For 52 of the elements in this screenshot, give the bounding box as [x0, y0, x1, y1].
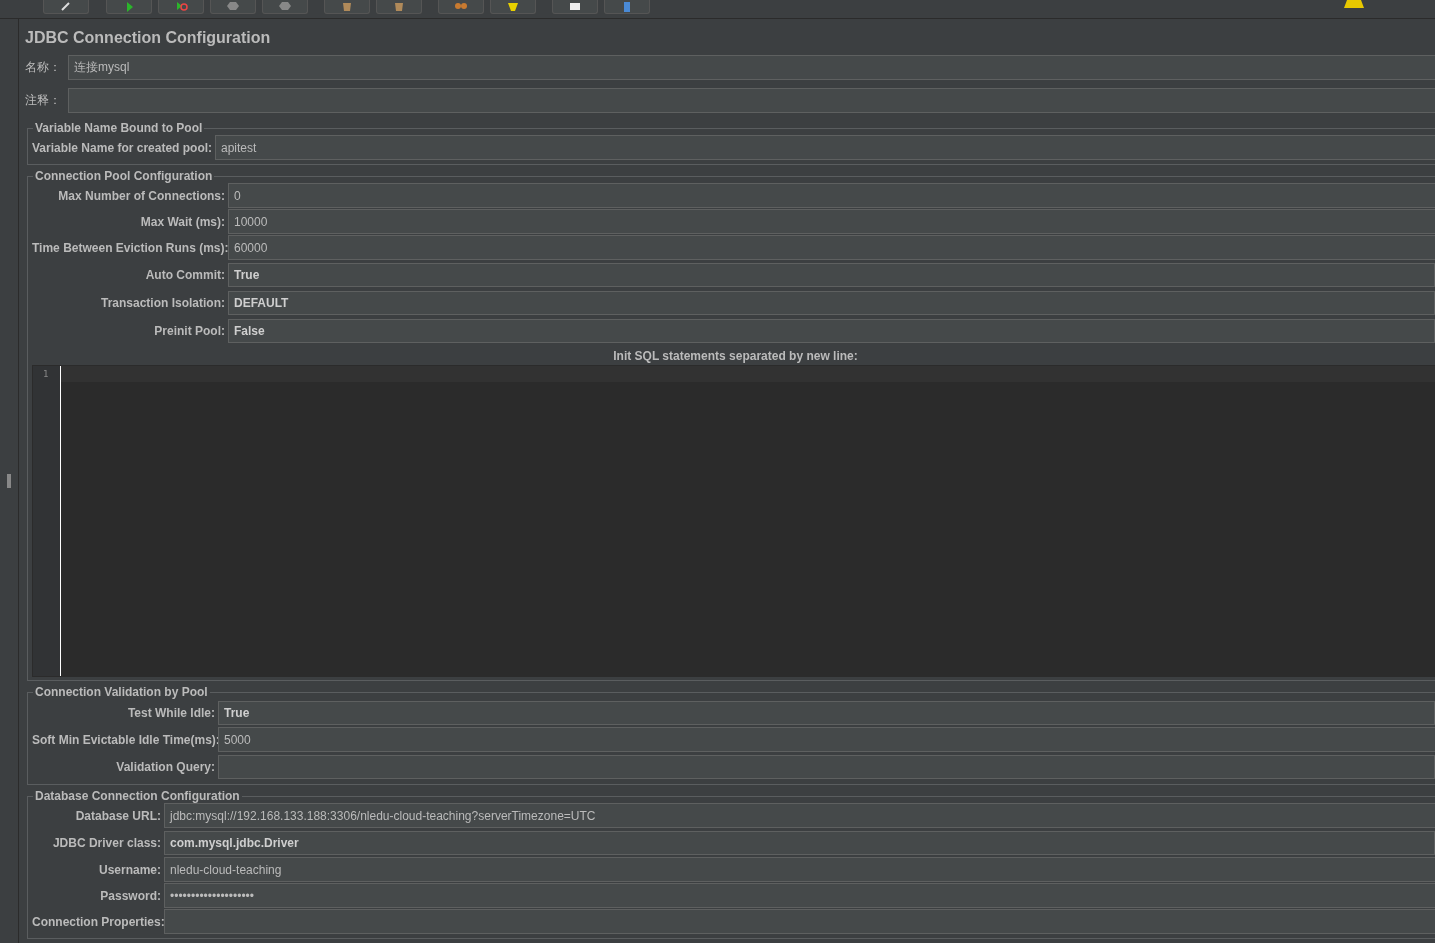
input-field[interactable]: apitest	[215, 135, 1435, 160]
field-label: 注释：	[25, 92, 62, 109]
dropdown-field[interactable]	[218, 754, 1435, 779]
toolbar-button[interactable]	[490, 0, 536, 14]
toolbar-button[interactable]	[552, 0, 598, 14]
input-field[interactable]: 0	[228, 183, 1435, 208]
dropdown-field[interactable]: False	[228, 318, 1435, 343]
field-label: Database URL:	[74, 808, 162, 823]
warning-icon	[1343, 0, 1365, 9]
field-label: Max Wait (ms):	[139, 214, 226, 229]
field-label: Validation Query:	[115, 759, 216, 774]
section-title: Connection Pool Configuration	[34, 169, 214, 183]
field-label: Test While Idle:	[126, 705, 216, 720]
toolbar-button[interactable]	[43, 0, 89, 14]
name-field[interactable]: 连接mysql	[68, 55, 1435, 80]
dropdown-field[interactable]: DEFAULT	[228, 290, 1435, 315]
comment-field[interactable]	[68, 88, 1435, 113]
section-title: Variable Name Bound to Pool	[34, 121, 204, 135]
input-field[interactable]: ••••••••••••••••••••	[164, 883, 1435, 908]
dropdown-field[interactable]: True	[218, 700, 1435, 725]
splitter-handle-icon[interactable]	[7, 474, 11, 488]
editor-label: Init SQL statements separated by new line:	[612, 348, 859, 363]
field-label: Transaction Isolation:	[99, 295, 226, 310]
input-field[interactable]	[164, 909, 1435, 934]
section-title: Connection Validation by Pool	[34, 685, 209, 699]
toolbar-button[interactable]	[106, 0, 152, 14]
panel-title: JDBC Connection Configuration	[25, 29, 272, 47]
field-label: Auto Commit:	[144, 267, 226, 282]
input-field[interactable]: 5000	[218, 727, 1435, 752]
input-field[interactable]: nledu-cloud-teaching	[164, 857, 1435, 882]
field-label: Username:	[97, 862, 162, 877]
dropdown-field[interactable]: com.mysql.jdbc.Driver	[164, 830, 1435, 855]
field-label: Preinit Pool:	[153, 323, 226, 338]
play-icon	[174, 0, 188, 13]
field-label: Variable Name for created pool:	[32, 140, 214, 155]
field-label: Max Number of Connections:	[57, 188, 226, 203]
input-field[interactable]: 60000	[228, 235, 1435, 260]
stop-icon	[278, 0, 292, 13]
field-label: Time Between Eviction Runs (ms):	[32, 240, 228, 255]
input-field[interactable]: jdbc:mysql://192.168.133.188:3306/nledu-cloud-teaching?serverTimezone=UTC	[164, 803, 1435, 828]
field-label: Soft Min Evictable Idle Time(ms):	[32, 732, 218, 747]
line-number: 1	[42, 368, 50, 379]
code-editor[interactable]: 1	[32, 365, 1435, 677]
field-label: Password:	[99, 888, 162, 903]
input-field[interactable]: 10000	[228, 209, 1435, 234]
dropdown-field[interactable]: True	[228, 262, 1435, 287]
field-label: 名称：	[25, 59, 62, 76]
field-label: JDBC Driver class:	[51, 835, 162, 850]
field-label: Connection Properties:	[32, 914, 164, 929]
section-title: Database Connection Configuration	[34, 789, 241, 803]
stop-icon	[226, 0, 240, 13]
pencil-icon	[59, 0, 73, 13]
